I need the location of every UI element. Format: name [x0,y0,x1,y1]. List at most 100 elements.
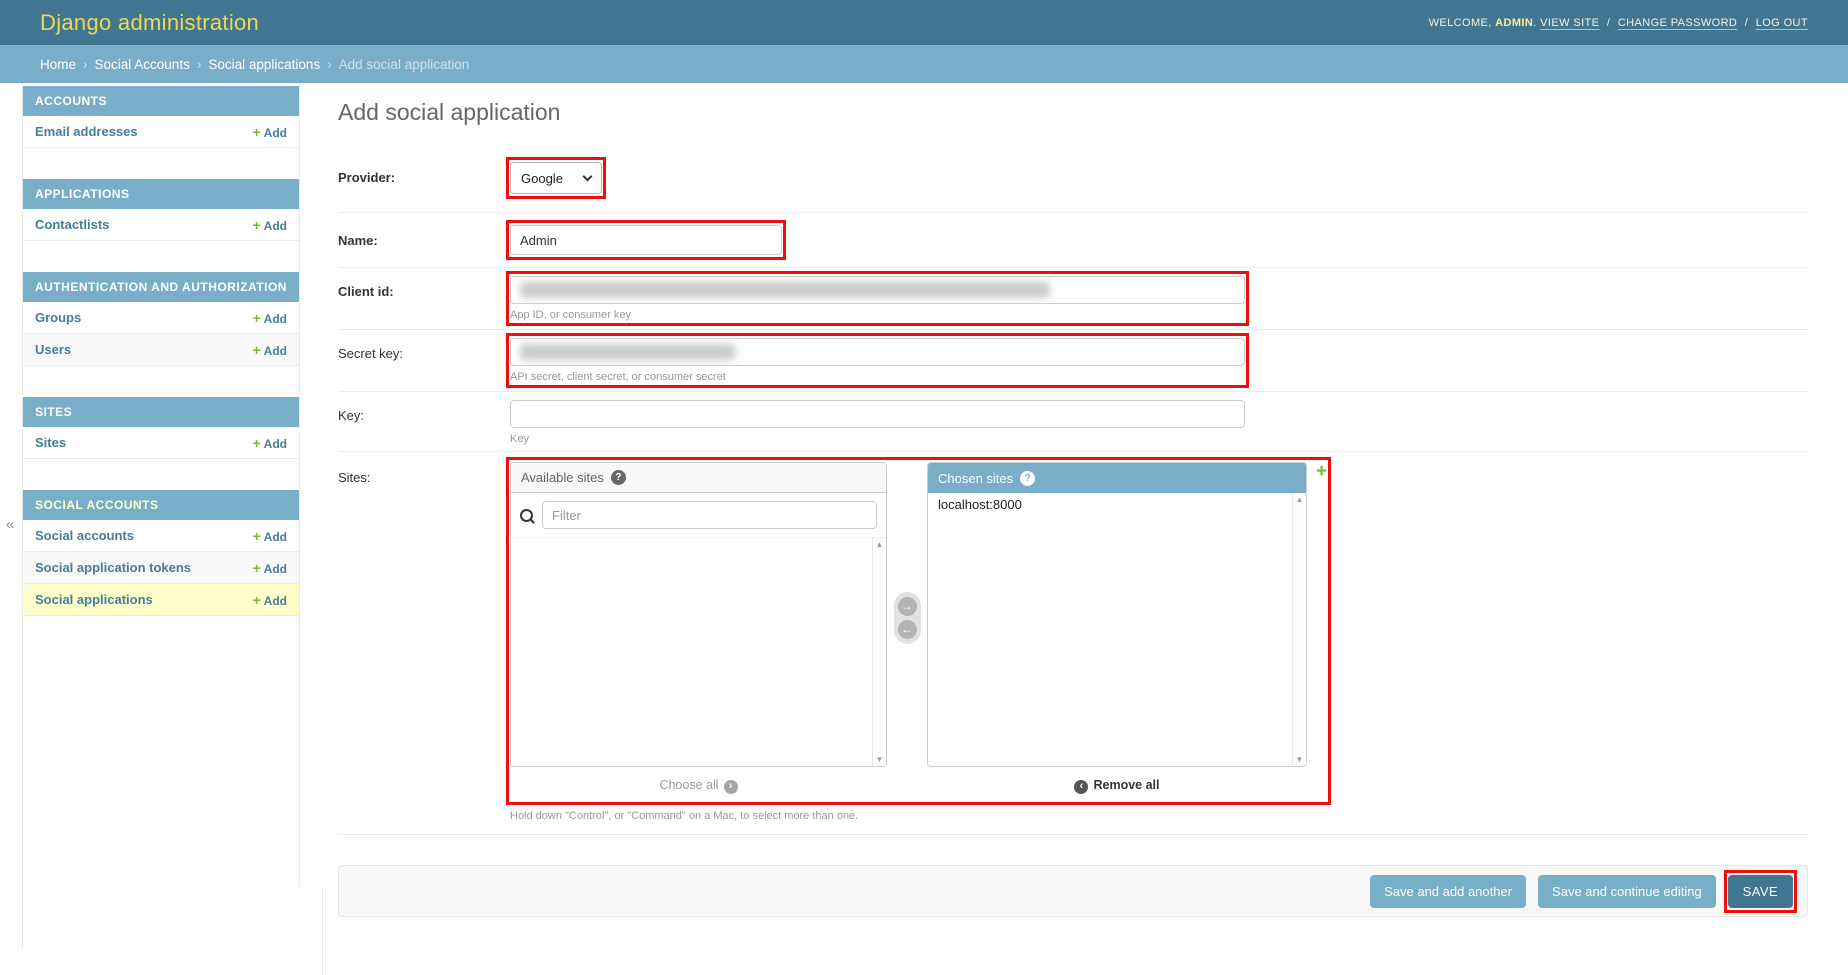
sidebar-item-social-application-tokens[interactable]: Social application tokens +Add [23,552,299,584]
choose-all-button[interactable]: Choose all› [510,769,887,800]
save-and-add-another-button[interactable]: Save and add another [1370,875,1526,908]
sidebar-module-social-accounts: SOCIAL ACCOUNTS Social accounts + Add Soc… [23,490,299,616]
model-link[interactable]: Groups [35,310,81,325]
scroll-up-icon[interactable]: ▲ [1296,495,1304,504]
add-group-link[interactable]: +Add [252,310,287,326]
secret-key-label: Secret key: [338,338,510,385]
chosen-sites-panel: Chosen sites ? localhost:8000 ▲ ▼ [927,462,1307,767]
provider-label: Provider: [338,162,510,194]
scroll-up-icon[interactable]: ▲ [876,540,884,549]
add-contactlist-link[interactable]: +Add [252,217,287,233]
breadcrumb-separator: › [83,57,88,72]
breadcrumb-social-accounts[interactable]: Social Accounts [95,57,190,72]
key-help: Key [510,433,1245,445]
chosen-sites-list[interactable]: localhost:8000 ▲ ▼ [928,493,1306,766]
module-caption: ACCOUNTS [23,86,299,116]
link-separator: / [1607,17,1610,29]
add-label: Add [264,344,287,358]
sidebar-module-sites: SITES Sites +Add [23,397,299,459]
add-site-link[interactable]: +Add [252,435,287,451]
chosen-sites-title: Chosen sites [938,471,1013,486]
model-link[interactable]: Email addresses [35,124,138,139]
form-row-client-id: Client id: App ID, or consumer key [338,268,1808,330]
sidebar-item-sites[interactable]: Sites +Add [23,427,299,459]
model-link[interactable]: Social accounts [35,528,134,543]
module-caption: SOCIAL ACCOUNTS [23,490,299,520]
add-email-address-link[interactable]: +Add [252,124,287,140]
model-link[interactable]: Social applications [35,592,153,607]
breadcrumb: Home › Social Accounts › Social applicat… [0,45,1848,83]
plus-icon: + [252,528,260,544]
breadcrumb-social-applications[interactable]: Social applications [208,57,320,72]
sidebar-module-auth: AUTHENTICATION AND AUTHORIZATION Groups … [23,272,299,366]
secret-key-help: API secret, client secret, or consumer s… [510,371,1245,383]
view-site-link[interactable]: VIEW SITE [1540,17,1599,29]
scroll-down-icon[interactable]: ▼ [876,755,884,764]
sidebar-module-accounts: ACCOUNTS Email addresses +Add [23,86,299,148]
plus-icon: + [252,342,260,358]
form-row-sites: Sites: Available sites ? [338,452,1808,835]
add-social-account-link[interactable]: + Add [252,528,287,544]
chosen-list-scrollbar[interactable]: ▲ ▼ [1292,493,1306,766]
username: ADMIN [1495,17,1533,29]
provider-select[interactable]: Google [510,162,602,194]
remove-all-button[interactable]: ‹ Remove all [927,769,1307,800]
chosen-sites-header: Chosen sites ? [928,463,1306,493]
scroll-down-icon[interactable]: ▼ [1296,755,1304,764]
sidebar-item-social-accounts[interactable]: Social accounts + Add [23,520,299,552]
save-button[interactable]: SAVE [1728,875,1793,908]
add-social-application-link[interactable]: +Add [252,592,287,608]
add-user-link[interactable]: + Add [252,342,287,358]
sidebar-item-social-applications[interactable]: Social applications +Add [23,584,299,616]
model-link[interactable]: Users [35,342,71,357]
add-label: Add [264,530,287,544]
plus-icon: + [252,124,260,140]
key-label: Key: [338,400,510,445]
model-link[interactable]: Contactlists [35,217,109,232]
key-input[interactable] [510,400,1245,428]
link-separator: / [1745,17,1748,29]
submit-row: Save and add another Save and continue e… [338,865,1808,917]
secret-key-input[interactable] [510,338,1245,366]
site-title[interactable]: Django administration [40,10,259,36]
sidebar-item-contactlists[interactable]: Contactlists +Add [23,209,299,241]
sites-help: Hold down "Control", or "Command" on a M… [510,810,1327,822]
add-site-plus-icon[interactable]: + [1316,462,1327,482]
client-id-label: Client id: [338,276,510,323]
sidebar-right-border [299,83,300,887]
model-link[interactable]: Sites [35,435,66,450]
module-caption: AUTHENTICATION AND AUTHORIZATION [23,272,299,302]
move-right-icon[interactable]: → [898,597,917,616]
log-out-link[interactable]: LOG OUT [1756,17,1808,29]
name-input[interactable] [510,225,782,255]
sidebar-item-email-addresses[interactable]: Email addresses +Add [23,116,299,148]
filter-input[interactable] [542,501,877,529]
add-social-application-token-link[interactable]: +Add [252,560,287,576]
remove-all-arrow-icon: ‹ [1074,780,1088,794]
admin-header: Django administration WELCOME, ADMIN. VI… [0,0,1848,45]
chosen-site-option[interactable]: localhost:8000 [928,493,1306,515]
plus-icon: + [252,217,260,233]
welcome-text: WELCOME, [1429,17,1492,29]
transfer-pill: → ← [894,592,921,644]
available-sites-list[interactable]: ▲ ▼ [511,538,886,766]
selector-footers: Choose all› ‹ Remove all [510,769,1327,800]
sidebar-item-groups[interactable]: Groups +Add [23,302,299,334]
module-caption: SITES [23,397,299,427]
choose-all-label: Choose all [659,778,718,792]
change-password-link[interactable]: CHANGE PASSWORD [1618,17,1737,29]
save-and-continue-button[interactable]: Save and continue editing [1538,875,1716,908]
sidebar-item-users[interactable]: Users + Add [23,334,299,366]
chevron-down-icon [583,171,593,181]
move-left-icon[interactable]: ← [898,620,917,639]
sidebar-collapse-icon[interactable]: « [6,516,14,533]
form-row-provider: Provider: Google [338,140,1808,213]
breadcrumb-home[interactable]: Home [40,57,76,72]
available-sites-panel: Available sites ? ▲ ▼ [510,462,887,767]
remove-all-label: Remove all [1093,778,1159,792]
help-icon[interactable]: ? [611,470,626,485]
model-link[interactable]: Social application tokens [35,560,191,575]
help-icon[interactable]: ? [1020,471,1035,486]
client-id-input[interactable] [510,276,1245,304]
available-list-scrollbar[interactable]: ▲ ▼ [872,538,886,766]
